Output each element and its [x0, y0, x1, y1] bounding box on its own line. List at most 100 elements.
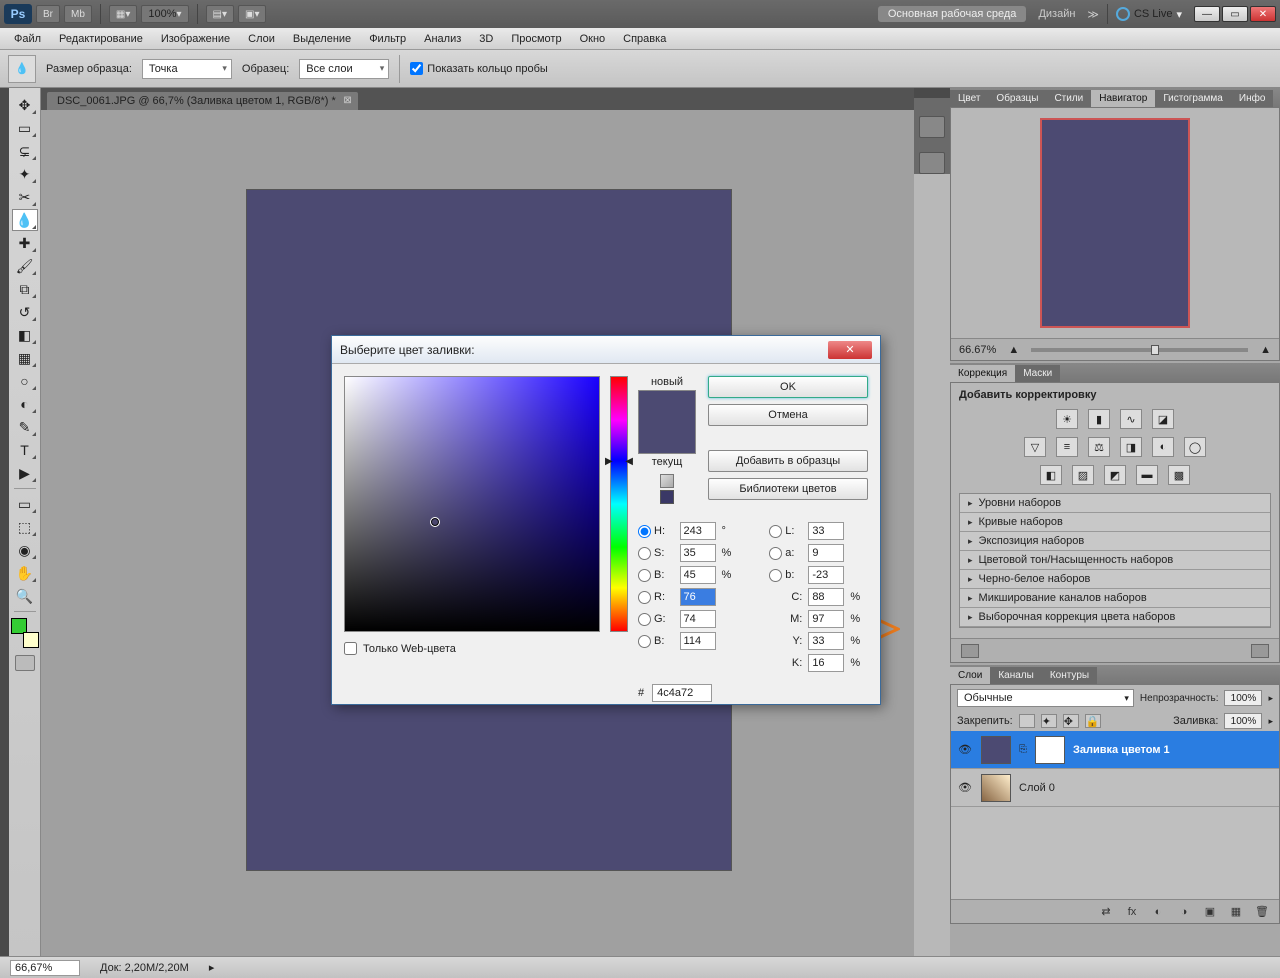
window-maximize-btn[interactable]: ▭	[1222, 6, 1248, 22]
menu-view[interactable]: Просмотр	[503, 31, 569, 47]
menu-window[interactable]: Окно	[572, 31, 614, 47]
hand-tool[interactable]: ✋	[12, 562, 38, 584]
s-field[interactable]	[680, 544, 716, 562]
c-field[interactable]	[808, 588, 844, 606]
crop-tool[interactable]: ✂	[12, 186, 38, 208]
lock-all-icon[interactable]: 🔒	[1085, 714, 1101, 728]
adj-mixer-icon[interactable]: ◯	[1184, 437, 1206, 457]
menu-help[interactable]: Справка	[615, 31, 674, 47]
tab-styles[interactable]: Стили	[1046, 90, 1091, 107]
zoom-in-icon[interactable]: ▲	[1260, 344, 1271, 356]
g-radio[interactable]	[638, 613, 651, 626]
lock-pixels-icon[interactable]	[1019, 714, 1035, 728]
m-field[interactable]	[808, 610, 844, 628]
b-radio[interactable]	[638, 569, 651, 582]
marquee-tool[interactable]: ▭	[12, 117, 38, 139]
quickmask-toggle[interactable]	[15, 655, 35, 671]
adj-gradmap-icon[interactable]: ▬	[1136, 465, 1158, 485]
navigator-thumbnail[interactable]	[1040, 118, 1190, 328]
hue-slider[interactable]	[610, 376, 628, 632]
h-radio[interactable]	[638, 525, 651, 538]
adj-expand-icon[interactable]	[961, 644, 979, 658]
cslive-btn[interactable]: CS Live▾	[1116, 7, 1182, 21]
dodge-tool[interactable]: ◐	[12, 393, 38, 415]
show-sampling-ring-check[interactable]: Показать кольцо пробы	[410, 62, 548, 75]
color-libraries-button[interactable]: Библиотеки цветов	[708, 478, 868, 500]
hex-field[interactable]	[652, 684, 712, 702]
launch-bridge-btn[interactable]: Br	[36, 5, 60, 23]
layer-mask-thumb[interactable]	[1035, 736, 1065, 764]
history-brush-tool[interactable]: ↺	[12, 301, 38, 323]
layer-row-0[interactable]: 👁 Слой 0	[951, 769, 1279, 807]
layer-row-fill[interactable]: 👁 ⎘ Заливка цветом 1	[951, 731, 1279, 769]
websafe-swatch[interactable]	[660, 490, 674, 504]
magic-wand-tool[interactable]: ✦	[12, 163, 38, 185]
ok-button[interactable]: OK	[708, 376, 868, 398]
status-zoom-field[interactable]: 66,67%	[10, 960, 80, 976]
preset-selective[interactable]: Выборочная коррекция цвета наборов	[960, 608, 1270, 627]
fill-field[interactable]: 100%	[1224, 713, 1262, 729]
arrange-docs-btn[interactable]: ▤▾	[206, 5, 234, 23]
tab-channels[interactable]: Каналы	[990, 667, 1042, 684]
s-radio[interactable]	[638, 547, 651, 560]
shape-tool[interactable]: ▭	[12, 493, 38, 515]
adj-hue-icon[interactable]: ≡	[1056, 437, 1078, 457]
navigator-zoom-slider[interactable]	[1031, 348, 1248, 352]
adj-brightness-icon[interactable]: ☀	[1056, 409, 1078, 429]
current-tool-icon[interactable]: 💧	[8, 55, 36, 83]
layer-name[interactable]: Слой 0	[1019, 782, 1055, 794]
layer-name[interactable]: Заливка цветом 1	[1073, 744, 1170, 756]
dialog-close-btn[interactable]: ✕	[828, 341, 872, 359]
g-field[interactable]	[680, 610, 716, 628]
y-field[interactable]	[808, 632, 844, 650]
menu-3d[interactable]: 3D	[471, 31, 501, 47]
bb-radio[interactable]	[638, 635, 651, 648]
preset-curves[interactable]: Кривые наборов	[960, 513, 1270, 532]
tab-info[interactable]: Инфо	[1231, 90, 1274, 107]
adj-posterize-icon[interactable]: ▨	[1072, 465, 1094, 485]
adj-balance-icon[interactable]: ⚖	[1088, 437, 1110, 457]
lasso-tool[interactable]: ⊊	[12, 140, 38, 162]
adj-levels-icon[interactable]: ▮	[1088, 409, 1110, 429]
link-layers-icon[interactable]: ⇄	[1097, 905, 1115, 919]
menu-layer[interactable]: Слои	[240, 31, 283, 47]
layer-visibility-icon[interactable]: 👁	[957, 742, 973, 758]
l-field[interactable]	[808, 522, 844, 540]
menu-image[interactable]: Изображение	[153, 31, 238, 47]
left-dock-grip[interactable]	[0, 88, 9, 956]
design-preset[interactable]: Дизайн	[1030, 8, 1083, 20]
adj-photo-icon[interactable]: ◐	[1152, 437, 1174, 457]
bval-field[interactable]	[680, 566, 716, 584]
view-extras-btn[interactable]: ▦▾	[109, 5, 137, 23]
collapsed-panel-1[interactable]	[919, 116, 945, 138]
tab-histogram[interactable]: Гистограмма	[1155, 90, 1231, 107]
cancel-button[interactable]: Отмена	[708, 404, 868, 426]
r-field[interactable]	[680, 588, 716, 606]
3d-tool[interactable]: ⬚	[12, 516, 38, 538]
new-layer-icon[interactable]: ▦	[1227, 905, 1245, 919]
k-field[interactable]	[808, 654, 844, 672]
adj-selective-icon[interactable]: ▩	[1168, 465, 1190, 485]
adj-curves-icon[interactable]: ∿	[1120, 409, 1142, 429]
blend-mode-select[interactable]: Обычные	[957, 689, 1134, 707]
zoom-level-btn[interactable]: 100% ▾	[141, 5, 188, 23]
document-tab[interactable]: DSC_0061.JPG @ 66,7% (Заливка цветом 1, …	[47, 92, 358, 110]
preset-exposure[interactable]: Экспозиция наборов	[960, 532, 1270, 551]
tab-color[interactable]: Цвет	[950, 90, 988, 107]
window-minimize-btn[interactable]: —	[1194, 6, 1220, 22]
tab-paths[interactable]: Контуры	[1042, 667, 1097, 684]
pen-tool[interactable]: ✎	[12, 416, 38, 438]
adj-threshold-icon[interactable]: ◩	[1104, 465, 1126, 485]
add-swatch-button[interactable]: Добавить в образцы	[708, 450, 868, 472]
sat-value-field[interactable]	[344, 376, 600, 632]
sample-layers-select[interactable]: Все слои	[299, 59, 389, 79]
menu-edit[interactable]: Редактирование	[51, 31, 151, 47]
blur-tool[interactable]: ○	[12, 370, 38, 392]
status-arrow-icon[interactable]: ▸	[209, 961, 215, 974]
l-radio[interactable]	[769, 525, 782, 538]
bb-field[interactable]	[680, 632, 716, 650]
a-field[interactable]	[808, 544, 844, 562]
lock-position-icon[interactable]: ✦	[1041, 714, 1057, 728]
color-preview[interactable]	[638, 390, 696, 454]
sv-cursor[interactable]	[430, 517, 440, 527]
